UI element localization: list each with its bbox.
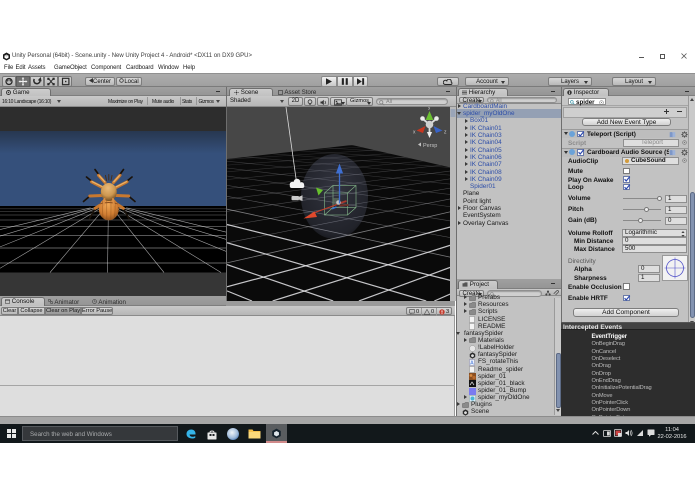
svg-text:Persp: Persp	[423, 143, 437, 149]
